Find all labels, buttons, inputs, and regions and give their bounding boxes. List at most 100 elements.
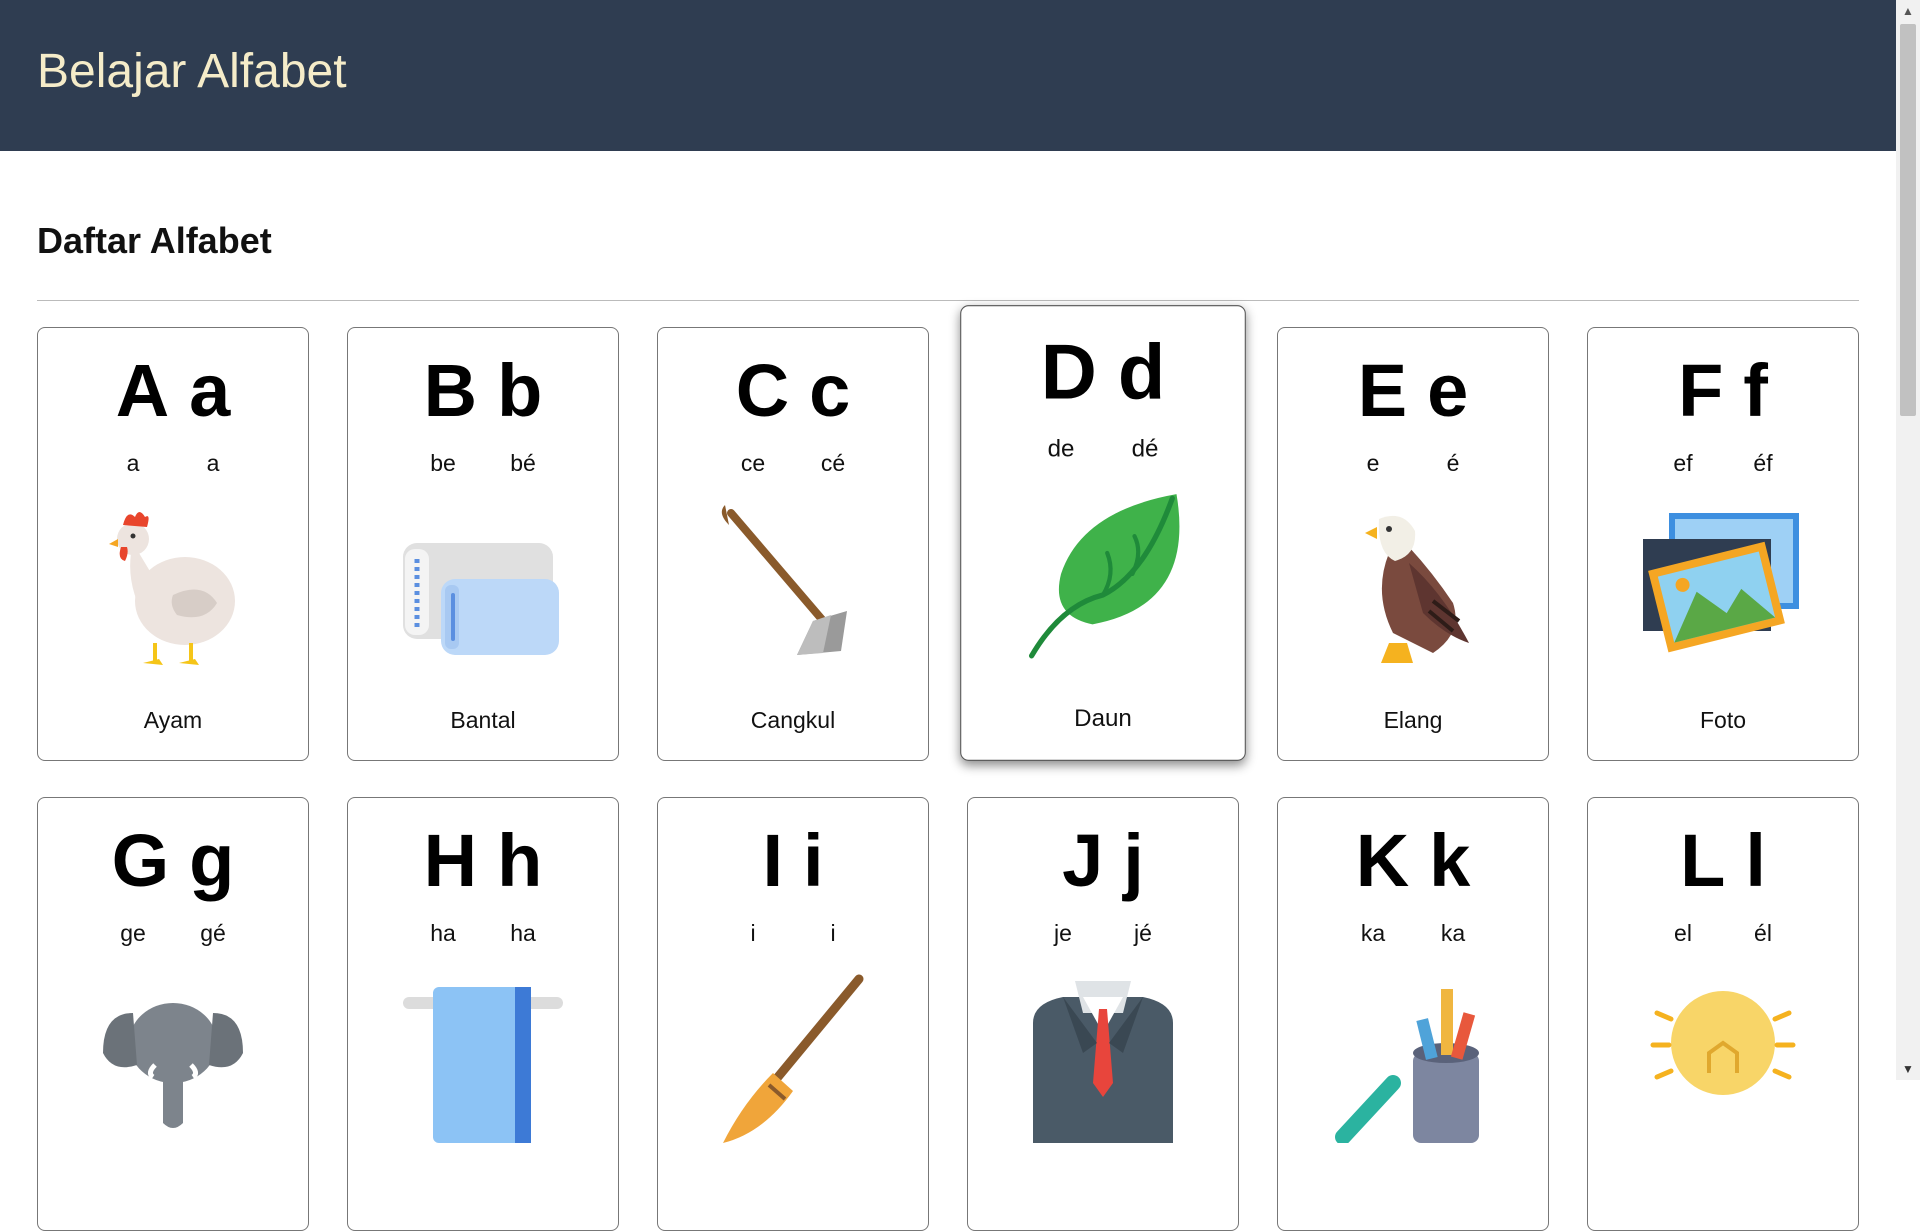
spelling: el él: [1588, 920, 1858, 947]
app-header: Belajar Alfabet: [0, 0, 1896, 151]
eagle-icon: [1365, 515, 1469, 663]
uppercase-letter: E: [1357, 349, 1408, 432]
alphabet-grid: Aa aa Ayam Bb be bé Bantal C c ce cé Can…: [37, 305, 1859, 1231]
lowercase-letter: j: [1123, 819, 1144, 902]
example-word: Cangkul: [750, 707, 836, 733]
example-word: Ayam: [143, 707, 203, 733]
uppercase-letter: C: [735, 349, 790, 432]
uppercase-letter: G: [111, 819, 170, 902]
spelling-lower: ka: [1440, 920, 1466, 946]
spelling: ef éf: [1588, 450, 1858, 477]
uppercase-letter: B: [423, 349, 478, 432]
uppercase-letter: F: [1678, 349, 1724, 432]
letter-card-e[interactable]: Ee eé Elang: [1277, 327, 1549, 761]
lowercase-letter: h: [497, 819, 543, 902]
spelling-upper: el: [1674, 920, 1692, 946]
spelling: be bé: [348, 450, 618, 477]
spelling-upper: ka: [1360, 920, 1386, 946]
letter-pair: Kk: [1278, 824, 1548, 898]
uppercase-letter: A: [115, 349, 170, 432]
lowercase-letter: c: [809, 349, 851, 432]
towel-icon: [403, 987, 563, 1143]
letter-card-j[interactable]: Jj je jé: [967, 797, 1239, 1231]
example-word: Daun: [1074, 704, 1132, 732]
spelling-lower: jé: [1134, 920, 1152, 946]
scroll-down-arrow-icon[interactable]: ▼: [1896, 1060, 1920, 1078]
lowercase-letter: i: [803, 819, 824, 902]
letter-card-h[interactable]: Hh ha ha: [347, 797, 619, 1231]
spelling: je jé: [968, 920, 1238, 947]
letter-pair: Ee: [1278, 354, 1548, 428]
letter-pair: Ii: [658, 824, 928, 898]
spelling-upper: ge: [120, 920, 146, 946]
crayons-icon: [1335, 989, 1479, 1143]
letter-card-l[interactable]: Ll el él: [1587, 797, 1859, 1231]
spelling: ge gé: [38, 920, 308, 947]
letter-pair: Dd: [961, 328, 1245, 416]
elephant-icon: [103, 1003, 243, 1128]
vertical-scrollbar[interactable]: ▲ ▼: [1896, 0, 1920, 1080]
spelling-upper: de: [1047, 434, 1075, 462]
letter-card-d[interactable]: Dd de dé Daun: [960, 305, 1246, 761]
spelling-upper: je: [1054, 920, 1072, 946]
spelling-lower: cé: [820, 450, 846, 476]
spelling-lower: éf: [1753, 450, 1773, 476]
broom-icon: [723, 974, 864, 1143]
leaf-icon: [1028, 494, 1180, 659]
example-word: Bantal: [450, 707, 516, 733]
example-word: Elang: [1383, 707, 1443, 733]
suit-icon: [1033, 981, 1173, 1143]
example-word: Foto: [1699, 707, 1747, 733]
letter-card-a[interactable]: Aa aa Ayam: [37, 327, 309, 761]
letter-pair: Cc: [658, 354, 928, 428]
letter-pair: Gg: [38, 824, 308, 898]
lowercase-letter: d: [1117, 328, 1166, 416]
uppercase-letter: D: [1040, 328, 1097, 416]
letter-pair: Hh: [348, 824, 618, 898]
photo-icon: [1643, 513, 1799, 653]
spelling: de dé: [961, 434, 1245, 462]
spelling-upper: e: [1366, 450, 1380, 476]
spelling-lower: é: [1446, 450, 1460, 476]
hoe-icon: [721, 505, 847, 655]
spelling-lower: ha: [510, 920, 536, 946]
uppercase-letter: J: [1062, 819, 1104, 902]
scroll-thumb[interactable]: [1900, 24, 1916, 416]
lowercase-letter: a: [189, 349, 231, 432]
app-title: Belajar Alfabet: [37, 45, 347, 98]
letter-card-f[interactable]: Ff ef éf Foto: [1587, 327, 1859, 761]
lowercase-letter: f: [1743, 349, 1768, 432]
spelling: ii: [658, 920, 928, 947]
spelling-lower: i: [830, 920, 836, 946]
letter-pair: Ff: [1588, 354, 1858, 428]
spelling-lower: él: [1754, 920, 1772, 946]
spelling-lower: gé: [200, 920, 226, 946]
lowercase-letter: k: [1429, 819, 1471, 902]
letter-card-c[interactable]: Cc ce cé Cangkul: [657, 327, 929, 761]
spelling: aa: [38, 450, 308, 477]
scroll-up-arrow-icon[interactable]: ▲: [1896, 2, 1920, 20]
letter-card-b[interactable]: Bb be bé Bantal: [347, 327, 619, 761]
spelling-upper: ef: [1673, 450, 1693, 476]
letter-pair: Bb: [348, 354, 618, 428]
lowercase-letter: b: [497, 349, 543, 432]
spelling: ha ha: [348, 920, 618, 947]
letter-card-g[interactable]: Gg ge gé: [37, 797, 309, 1231]
uppercase-letter: I: [762, 819, 783, 902]
spelling-lower: a: [206, 450, 220, 476]
spelling-lower: dé: [1131, 434, 1159, 462]
spelling: ce cé: [658, 450, 928, 477]
letter-pair: Ll: [1588, 824, 1858, 898]
lowercase-letter: e: [1427, 349, 1469, 432]
letter-card-k[interactable]: Kk ka ka: [1277, 797, 1549, 1231]
spelling-upper: ha: [430, 920, 456, 946]
letter-card-i[interactable]: Ii ii: [657, 797, 929, 1231]
lowercase-letter: l: [1745, 819, 1766, 902]
spelling-upper: be: [430, 450, 456, 476]
spelling: eé: [1278, 450, 1548, 477]
spelling-upper: a: [126, 450, 140, 476]
uppercase-letter: L: [1680, 819, 1726, 902]
spelling-lower: bé: [510, 450, 536, 476]
divider: [37, 300, 1859, 301]
spelling-upper: ce: [740, 450, 766, 476]
